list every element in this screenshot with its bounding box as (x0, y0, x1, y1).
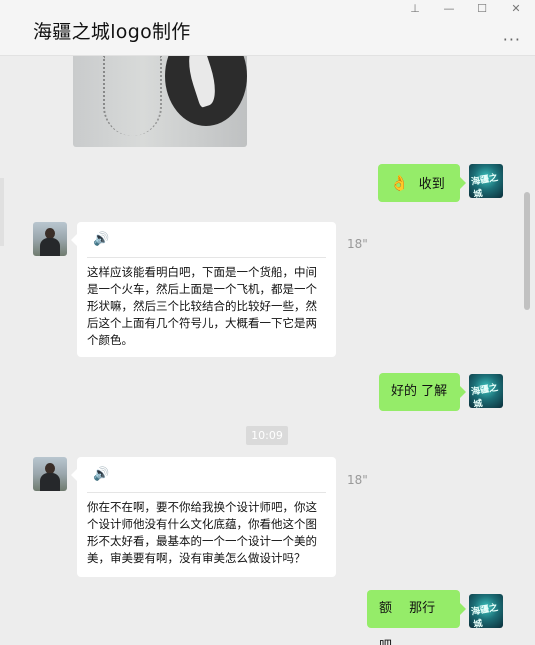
contact-avatar[interactable] (33, 222, 67, 256)
contact-avatar[interactable] (33, 457, 67, 491)
ok-hand-icon: 👌 (390, 174, 409, 192)
my-avatar[interactable]: 海疆之城 (469, 594, 503, 628)
message-bubble-sent[interactable]: 额 那行吧 (367, 590, 466, 645)
avatar-logo-text: 海疆之城 (470, 603, 499, 628)
chat-title: 海疆之城logo制作 (33, 21, 191, 43)
minimize-icon[interactable]: — (441, 2, 457, 16)
left-edge (0, 178, 4, 246)
title-bar: 海疆之城logo制作 ⊥ — ☐ ✕ ··· (0, 0, 535, 56)
message-text: 收到 (418, 177, 445, 192)
voice-message-bubble[interactable]: 🔊 你在不在啊，要不你给我换个设计师吧，你这个设计师他没有什么文化底蕴，你看他这… (71, 457, 336, 577)
divider (87, 257, 326, 258)
close-icon[interactable]: ✕ (508, 2, 524, 16)
avatar-logo-text: 海疆之城 (470, 383, 499, 408)
voice-message-bubble[interactable]: 🔊 这样应该能看明白吧，下面是一个货船，中间是一个火车，然后上面是一个飞机，都是… (71, 222, 336, 357)
more-options-icon[interactable]: ··· (503, 30, 521, 49)
message-bubble-sent[interactable]: 👌 收到 (378, 164, 466, 202)
my-avatar[interactable]: 海疆之城 (469, 164, 503, 198)
voice-wave-icon[interactable]: 🔊 (93, 232, 109, 247)
timestamp: 10:09 (246, 426, 288, 445)
avatar-body (40, 473, 60, 491)
message-text: 额 那行吧 (379, 601, 436, 645)
pin-icon[interactable]: ⊥ (407, 2, 423, 16)
voice-transcript: 这样应该能看明白吧，下面是一个货船，中间是一个火车，然后上面是一个飞机，都是一个… (87, 265, 317, 347)
sketch-shape (103, 56, 162, 136)
divider (87, 492, 326, 493)
chat-area[interactable]: 👌 收到 海疆之城 🔊 这样应该能看明白吧，下面是一个货船，中间是一个火车，然后上… (0, 56, 535, 645)
image-message[interactable] (73, 56, 247, 147)
voice-duration: 18" (347, 237, 368, 251)
maximize-icon[interactable]: ☐ (474, 2, 490, 16)
voice-wave-icon[interactable]: 🔊 (93, 467, 109, 482)
avatar-body (40, 238, 60, 256)
voice-transcript: 你在不在啊，要不你给我换个设计师吧，你这个设计师他没有什么文化底蕴，你看他这个图… (87, 500, 317, 565)
message-bubble-sent[interactable]: 好的 了解 (379, 373, 466, 411)
message-text: 好的 了解 (391, 384, 448, 399)
avatar-logo-text: 海疆之城 (470, 173, 499, 198)
voice-duration: 18" (347, 473, 368, 487)
scrollbar-thumb[interactable] (524, 192, 530, 310)
my-avatar[interactable]: 海疆之城 (469, 374, 503, 408)
